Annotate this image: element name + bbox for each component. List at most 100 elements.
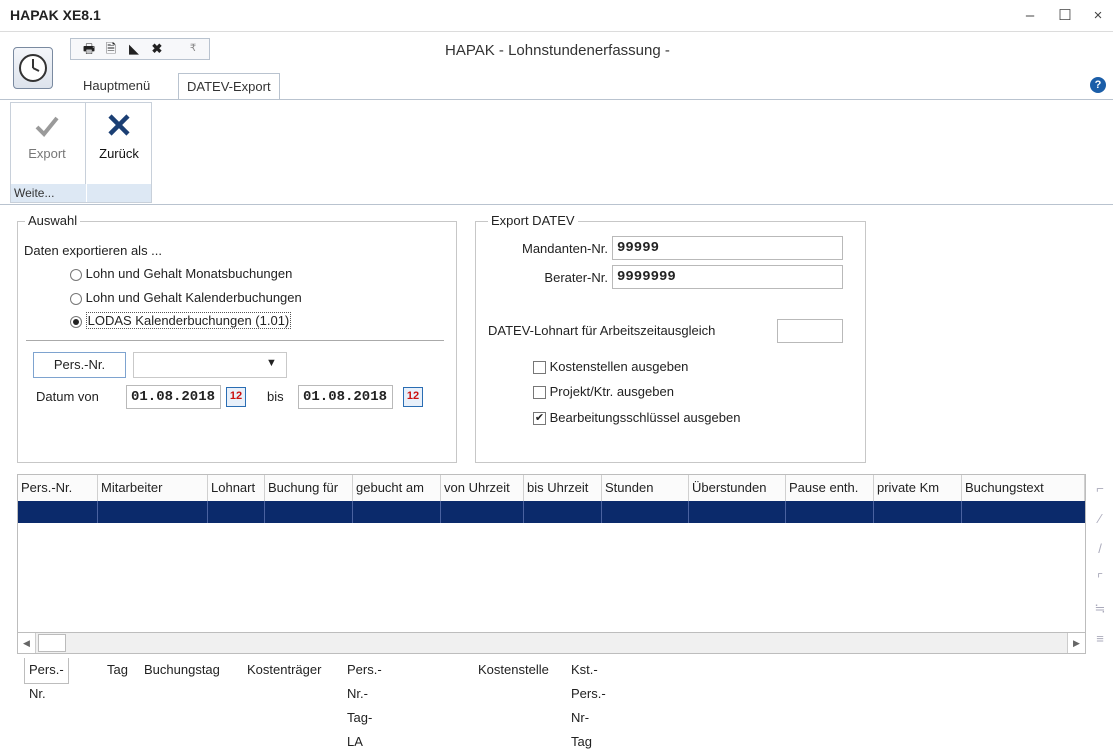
triangle-icon[interactable]: ◣ — [124, 40, 144, 58]
mandant-label: Mandanten-Nr. — [522, 241, 608, 256]
column-header[interactable]: private Km — [874, 475, 962, 501]
close-x-icon — [108, 114, 130, 136]
radio-indicator — [70, 292, 82, 305]
radio-indicator — [70, 315, 82, 328]
column-header[interactable]: Pause enth. — [786, 475, 874, 501]
back-button[interactable]: Zurück — [90, 110, 148, 176]
side-tool-icon[interactable]: / — [1093, 541, 1107, 556]
cell-separator — [352, 501, 353, 523]
tab-datev-export[interactable]: DATEV-Export — [178, 73, 280, 99]
bottom-tab[interactable]: Kostenstelle — [474, 658, 553, 684]
radio-label: Lohn und Gehalt Kalenderbuchungen — [85, 290, 302, 305]
cell-separator — [785, 501, 786, 523]
help-icon[interactable]: ? — [1090, 77, 1106, 93]
title-bar — [0, 0, 1113, 32]
radio-option-monat[interactable]: Lohn und Gehalt Monatsbuchungen — [70, 266, 292, 281]
calendar-icon[interactable]: 12 — [403, 387, 423, 407]
scroll-right-icon[interactable]: ▶ — [1067, 633, 1085, 653]
bottom-tab[interactable]: Kst.-Pers.-Nr-Tag — [567, 658, 610, 749]
horizontal-scrollbar[interactable]: ◀ ▶ — [17, 632, 1086, 654]
app-title: HAPAK XE8.1 — [10, 7, 101, 23]
side-tool-icon[interactable]: ⌜ — [1093, 571, 1107, 587]
checkbox-box — [533, 386, 546, 400]
cell-separator — [961, 501, 962, 523]
document-icon[interactable]: 🗎 — [101, 40, 121, 58]
bottom-tab[interactable]: Pers.-Nr.-Tag-LA — [343, 658, 386, 749]
qat-dropdown-icon[interactable]: ₹ — [183, 40, 203, 58]
scroll-thumb[interactable] — [38, 634, 66, 652]
column-header[interactable]: Lohnart — [208, 475, 265, 501]
export-button[interactable]: Export — [14, 110, 80, 176]
side-tool-icon[interactable]: ≒ — [1093, 601, 1107, 617]
tab-hauptmenue[interactable]: Hauptmenü — [75, 73, 158, 99]
berater-field[interactable]: 9999999 — [612, 265, 843, 289]
close-window-button[interactable]: × — [1083, 5, 1113, 27]
export-datev-title: Export DATEV — [488, 213, 578, 228]
column-header[interactable]: bis Uhrzeit — [524, 475, 602, 501]
column-header[interactable]: Buchung für — [265, 475, 353, 501]
auswahl-title: Auswahl — [25, 213, 81, 228]
datum-bis-field[interactable]: 01.08.2018 — [298, 385, 393, 409]
column-header[interactable]: Buchungstext — [962, 475, 1085, 501]
column-header[interactable]: gebucht am — [353, 475, 441, 501]
print-icon[interactable]: 🖶 — [79, 40, 99, 58]
datum-von-field[interactable]: 01.08.2018 — [126, 385, 221, 409]
window-caption: HAPAK - Lohnstundenerfassung - — [445, 42, 670, 59]
lohnart-label: DATEV-Lohnart für Arbeitszeitausgleich — [488, 323, 716, 338]
berater-label: Berater-Nr. — [544, 270, 608, 285]
pers-nr-button[interactable]: Pers.-Nr. — [33, 352, 126, 378]
divider — [26, 340, 444, 341]
checkbox-projekt[interactable]: Projekt/Ktr. ausgeben — [533, 384, 674, 400]
bottom-tab[interactable]: Tag — [103, 658, 132, 684]
booking-table[interactable]: Pers.-Nr. Mitarbeiter Lohnart Buchung fü… — [17, 474, 1086, 654]
radio-option-kalender[interactable]: Lohn und Gehalt Kalenderbuchungen — [70, 290, 302, 305]
bottom-tab[interactable]: Pers.-Nr. — [24, 658, 69, 701]
calendar-icon[interactable]: 12 — [226, 387, 246, 407]
column-header[interactable]: Mitarbeiter — [98, 475, 208, 501]
checkbox-bearbeitung[interactable]: ✔ Bearbeitungsschlüssel ausgeben — [533, 410, 740, 426]
export-label: Export — [28, 146, 66, 161]
maximize-button[interactable]: ☐ — [1050, 5, 1080, 27]
app-menu-button[interactable] — [13, 47, 53, 89]
bis-label: bis — [267, 389, 284, 404]
export-format-label: Daten exportieren als ... — [24, 243, 163, 258]
cell-separator — [523, 501, 524, 523]
mandant-field[interactable]: 99999 — [612, 236, 843, 260]
back-label: Zurück — [99, 146, 139, 161]
column-header[interactable]: Stunden — [602, 475, 689, 501]
radio-label: Lohn und Gehalt Monatsbuchungen — [85, 266, 293, 281]
side-tool-icon[interactable]: ⁄ — [1093, 511, 1107, 526]
radio-option-lodas[interactable]: LODAS Kalenderbuchungen (1.01) — [70, 312, 292, 329]
cell-separator — [601, 501, 602, 523]
close-icon[interactable]: ✖ — [147, 40, 167, 58]
cell-separator — [97, 501, 98, 523]
ribbon — [0, 99, 1113, 205]
cell-separator — [207, 501, 208, 523]
cell-separator — [688, 501, 689, 523]
datum-von-label: Datum von — [36, 389, 99, 404]
bottom-tab[interactable]: Kostenträger — [243, 658, 325, 684]
clock-icon — [19, 54, 47, 82]
column-header[interactable]: Überstunden — [689, 475, 786, 501]
column-header[interactable]: Pers.-Nr. — [18, 475, 98, 501]
side-tool-icon[interactable]: ⌐ — [1093, 481, 1107, 496]
scroll-left-icon[interactable]: ◀ — [18, 633, 36, 653]
ribbon-group-caption-blank — [87, 184, 151, 202]
checkbox-box: ✔ — [533, 412, 546, 426]
checkbox-label: Projekt/Ktr. ausgeben — [549, 384, 674, 399]
cell-separator — [873, 501, 874, 523]
side-tool-icon[interactable]: ≡ — [1093, 631, 1107, 646]
ribbon-group-caption: Weite... — [11, 184, 86, 202]
checkbox-kostenstellen[interactable]: Kostenstellen ausgeben — [533, 359, 689, 375]
lohnart-field[interactable] — [777, 319, 843, 343]
pers-nr-select[interactable]: ▼ — [133, 352, 287, 378]
checkbox-label: Kostenstellen ausgeben — [549, 359, 689, 374]
quick-access-toolbar: 🖶 🗎 ◣ ✖ ₹ — [70, 38, 210, 60]
minimize-button[interactable]: – — [1015, 5, 1045, 27]
checkmark-icon — [35, 116, 59, 137]
radio-indicator — [70, 268, 82, 281]
column-header[interactable]: von Uhrzeit — [441, 475, 524, 501]
bottom-tab[interactable]: Buchungstag — [140, 658, 224, 684]
table-row[interactable] — [18, 501, 1085, 523]
radio-label: LODAS Kalenderbuchungen (1.01) — [85, 312, 292, 329]
